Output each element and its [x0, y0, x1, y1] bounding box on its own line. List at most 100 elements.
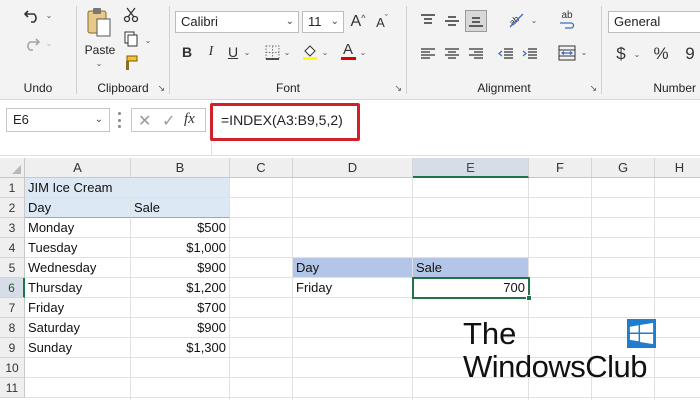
row-header-10[interactable]: 10: [0, 358, 25, 378]
row-header-8[interactable]: 8: [0, 318, 25, 338]
fill-color-dropdown-icon[interactable]: ⌄: [320, 46, 330, 58]
underline-button[interactable]: U: [224, 42, 242, 62]
table-row-sale[interactable]: $1,000: [131, 238, 230, 258]
number-format-select[interactable]: General: [608, 11, 700, 33]
increase-indent-icon[interactable]: [519, 44, 541, 64]
cancel-icon[interactable]: ✕: [138, 111, 151, 131]
table-row-sale[interactable]: $900: [131, 318, 230, 338]
shrink-font-icon[interactable]: Aˇ: [372, 12, 392, 32]
resize-handle-icon[interactable]: [118, 112, 121, 128]
number-format-value: General: [614, 14, 661, 29]
redo-icon[interactable]: [20, 32, 44, 54]
align-right-icon[interactable]: [465, 44, 487, 64]
font-color-dropdown-icon[interactable]: ⌄: [358, 46, 368, 58]
column-header-h[interactable]: H: [655, 158, 700, 178]
column-header-e[interactable]: E: [413, 158, 529, 178]
enter-icon[interactable]: ✓: [162, 111, 175, 131]
clipboard-launcher-icon[interactable]: ↘: [157, 83, 165, 94]
insert-function-icon[interactable]: fx: [184, 111, 195, 128]
cell-b2-header[interactable]: Sale: [131, 198, 230, 218]
cut-icon[interactable]: [121, 6, 141, 24]
column-header-d[interactable]: D: [293, 158, 413, 178]
bottom-align-icon[interactable]: [465, 10, 487, 32]
comma-style-button[interactable]: 9: [680, 43, 700, 65]
borders-dropdown-icon[interactable]: ⌄: [282, 46, 292, 58]
font-color-icon[interactable]: A: [338, 40, 358, 62]
decrease-indent-icon[interactable]: [495, 44, 517, 64]
merge-center-icon[interactable]: [555, 42, 579, 64]
orientation-dropdown-icon[interactable]: ⌄: [529, 14, 539, 26]
middle-align-icon[interactable]: [441, 10, 463, 32]
font-name-select[interactable]: Calibri ⌄: [175, 11, 299, 33]
table-row-day[interactable]: Thursday: [25, 278, 131, 298]
currency-dropdown-icon[interactable]: ⌄: [632, 48, 642, 60]
format-painter-icon[interactable]: [121, 54, 141, 72]
table-row-sale[interactable]: $900: [131, 258, 230, 278]
column-header-b[interactable]: B: [131, 158, 230, 178]
table-row-sale[interactable]: $500: [131, 218, 230, 238]
cell-a2-header[interactable]: Day: [25, 198, 131, 218]
cell-e5-header[interactable]: Sale: [413, 258, 529, 278]
italic-button[interactable]: I: [202, 42, 220, 62]
grow-font-icon[interactable]: A ^: [348, 12, 368, 32]
formula-controls: ✕ ✓ fx: [131, 108, 206, 132]
column-header-c[interactable]: C: [230, 158, 293, 178]
row-header-1[interactable]: 1: [0, 178, 25, 198]
font-group-label: Font: [275, 81, 300, 95]
align-center-icon[interactable]: [441, 44, 463, 64]
row-header-11[interactable]: 11: [0, 378, 25, 398]
currency-button[interactable]: $: [610, 43, 632, 65]
copy-icon[interactable]: [121, 30, 141, 48]
table-row-sale[interactable]: $700: [131, 298, 230, 318]
row-header-6[interactable]: 6: [0, 278, 25, 298]
select-all-button[interactable]: [0, 158, 25, 178]
redo-dropdown-icon[interactable]: ⌄: [44, 36, 54, 50]
number-group: General $ ⌄ % 9 Number: [602, 0, 700, 100]
bold-button[interactable]: B: [178, 42, 196, 62]
paste-button-label[interactable]: Paste: [83, 43, 117, 57]
column-header-a[interactable]: A: [25, 158, 131, 178]
orientation-icon[interactable]: ab: [503, 8, 529, 32]
fill-color-icon[interactable]: [300, 42, 320, 62]
paste-icon[interactable]: [83, 4, 115, 40]
row-header-7[interactable]: 7: [0, 298, 25, 318]
copy-dropdown-icon[interactable]: ⌄: [143, 34, 153, 46]
alignment-launcher-icon[interactable]: ↘: [589, 83, 597, 94]
cell-d6-lookup-day[interactable]: Friday: [293, 278, 413, 298]
top-align-icon[interactable]: [417, 10, 439, 32]
formula-bar: E6 ⌄ ✕ ✓ fx =INDEX(A3:B9,5,2): [0, 100, 700, 156]
row-header-5[interactable]: 5: [0, 258, 25, 278]
undo-icon[interactable]: [20, 4, 44, 26]
percent-button[interactable]: %: [650, 43, 672, 65]
fill-handle[interactable]: [526, 295, 532, 301]
borders-icon[interactable]: [262, 42, 282, 62]
column-header-g[interactable]: G: [592, 158, 655, 178]
watermark-logo: The WindowsClub: [463, 316, 663, 386]
row-header-3[interactable]: 3: [0, 218, 25, 238]
font-size-select[interactable]: 11 ⌄: [302, 11, 344, 33]
table-row-day[interactable]: Saturday: [25, 318, 131, 338]
font-launcher-icon[interactable]: ↘: [394, 83, 402, 94]
table-row-day[interactable]: Monday: [25, 218, 131, 238]
underline-dropdown-icon[interactable]: ⌄: [242, 46, 252, 58]
cell-a1-title[interactable]: JIM Ice Cream: [25, 178, 230, 198]
cell-d5-header[interactable]: Day: [293, 258, 413, 278]
wrap-text-icon[interactable]: ab: [555, 8, 579, 32]
column-header-f[interactable]: F: [529, 158, 592, 178]
table-row-day[interactable]: Tuesday: [25, 238, 131, 258]
merge-dropdown-icon[interactable]: ⌄: [579, 46, 589, 58]
table-row-day[interactable]: Sunday: [25, 338, 131, 358]
table-row-sale[interactable]: $1,200: [131, 278, 230, 298]
align-left-icon[interactable]: [417, 44, 439, 64]
paste-dropdown-icon[interactable]: ⌄: [93, 58, 105, 68]
row-header-9[interactable]: 9: [0, 338, 25, 358]
table-row-day[interactable]: Wednesday: [25, 258, 131, 278]
formula-highlight-box: [210, 103, 360, 141]
table-row-sale[interactable]: $1,300: [131, 338, 230, 358]
table-row-day[interactable]: Friday: [25, 298, 131, 318]
row-header-2[interactable]: 2: [0, 198, 25, 218]
chevron-down-icon: ⌄: [285, 16, 294, 27]
undo-dropdown-icon[interactable]: ⌄: [44, 8, 54, 22]
row-header-4[interactable]: 4: [0, 238, 25, 258]
name-box[interactable]: E6 ⌄: [6, 108, 110, 132]
